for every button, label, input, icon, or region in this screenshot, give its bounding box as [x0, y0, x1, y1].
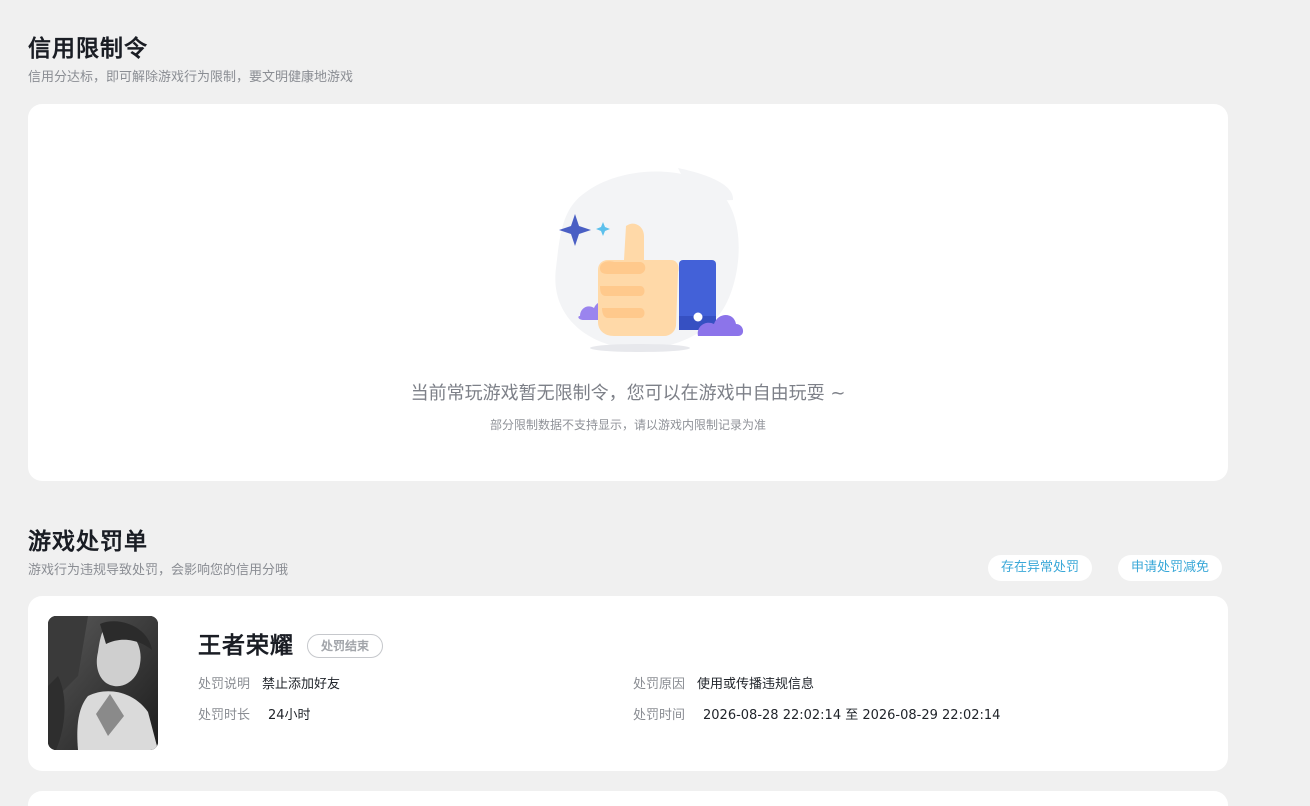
empty-state-note: 部分限制数据不支持显示，请以游戏内限制记录为准	[489, 418, 766, 432]
credit-page: 信用限制令 信用分达标，即可解除游戏行为限制，要文明健康地游戏 当前常玩游戏暂无…	[0, 0, 1310, 806]
penalty-time-value: 2026-08-28 22:02:14 至 2026-08-29 22:02:1…	[703, 708, 1001, 723]
penalty-record-card-next[interactable]	[28, 791, 1228, 806]
penalty-description-label: 处罚说明	[198, 677, 251, 692]
penalty-description-field: 处罚说明 禁止添加好友	[198, 676, 340, 694]
thumbs-up-illustration	[555, 168, 744, 352]
credit-section-subtitle: 信用分达标，即可解除游戏行为限制，要文明健康地游戏	[28, 70, 354, 85]
credit-empty-card: 当前常玩游戏暂无限制令，您可以在游戏中自由玩耍 ~ 部分限制数据不支持显示，请以…	[28, 104, 1228, 481]
penalty-record-card[interactable]: 王者荣耀 处罚结束 处罚说明 禁止添加好友 处罚原因 使用或传播违规信息 处罚时长 2…	[28, 596, 1228, 771]
penalty-reason-label: 处罚原因	[633, 677, 686, 692]
penalty-section-subtitle: 游戏行为违规导致处罚，会影响您的信用分哦	[28, 563, 289, 578]
penalty-section-title: 游戏处罚单	[28, 529, 148, 555]
penalty-reason-field: 处罚原因 使用或传播违规信息	[633, 676, 814, 694]
thumbs-up-icon	[528, 164, 748, 364]
game-thumbnail	[48, 616, 158, 750]
status-badge: 处罚结束	[307, 634, 384, 658]
penalty-time-label: 处罚时间	[633, 708, 686, 723]
abnormal-penalty-button[interactable]: 存在异常处罚	[988, 555, 1093, 581]
empty-state-message: 当前常玩游戏暂无限制令，您可以在游戏中自由玩耍 ~	[410, 383, 846, 404]
penalty-duration-field: 处罚时长 24小时	[198, 707, 311, 725]
penalty-duration-label: 处罚时长	[198, 708, 251, 723]
credit-section-title: 信用限制令	[28, 36, 148, 62]
game-name: 王者荣耀	[198, 633, 294, 659]
penalty-reduction-button[interactable]: 申请处罚减免	[1118, 555, 1223, 581]
penalty-reason-value: 使用或传播违规信息	[697, 677, 815, 692]
penalty-description-value: 禁止添加好友	[262, 677, 341, 692]
penalty-duration-value: 24小时	[268, 708, 311, 723]
penalty-time-field: 处罚时间 2026-08-28 22:02:14 至 2026-08-29 22:…	[633, 707, 1000, 725]
game-character-image	[48, 616, 158, 750]
